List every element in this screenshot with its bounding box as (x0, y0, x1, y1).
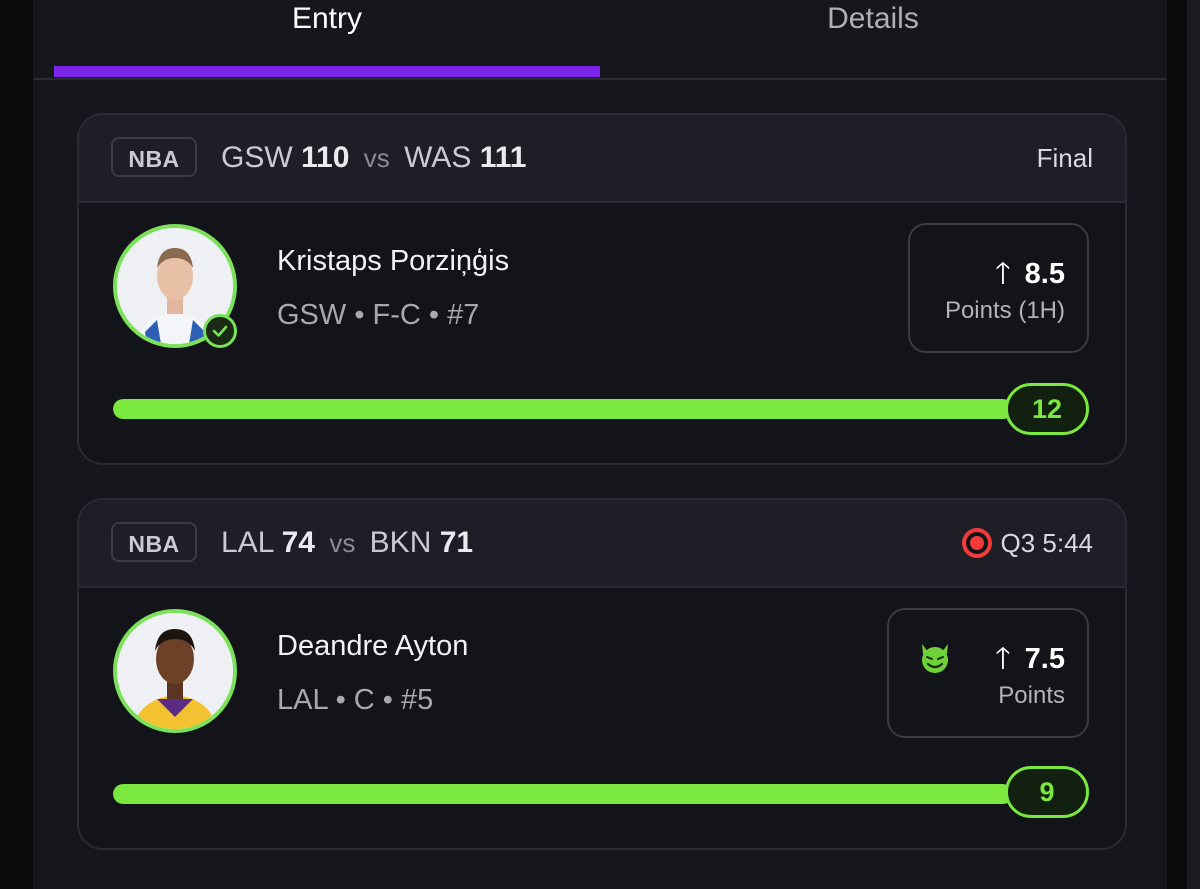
player-avatar (113, 609, 237, 733)
vs-label: vs (329, 528, 356, 558)
away-score: 111 (479, 141, 527, 174)
progress-fill (113, 399, 1013, 419)
game-score: GSW 110 vs WAS 111 (221, 137, 526, 179)
progress-fill (113, 784, 1013, 804)
player-name: Deandre Ayton (277, 630, 469, 662)
home-score: 74 (281, 526, 315, 559)
check-icon (203, 314, 237, 348)
live-icon (962, 528, 993, 559)
home-team: GSW (221, 141, 293, 174)
pick-card[interactable]: NBA LAL 74 vs BKN 71 Q3 5:44 Deandre Ayt… (77, 498, 1127, 850)
game-status: Final (1036, 143, 1093, 173)
tab-entry[interactable]: Entry (54, 0, 600, 76)
prop-line: 🡑 8.5 (995, 251, 1065, 302)
prop-line: 🡑 7.5 (995, 636, 1065, 687)
game-status: Q3 5:44 (962, 522, 1093, 564)
game-score: LAL 74 vs BKN 71 (221, 522, 473, 564)
progress-bar (113, 784, 1013, 804)
away-team: WAS (404, 141, 472, 174)
adjacent-panel-edge (1187, 0, 1200, 889)
prop-line-box: 🡑 8.5 Points (1H) (908, 223, 1089, 353)
player-meta: GSW • F-C • #7 (277, 299, 480, 331)
away-team: BKN (369, 526, 432, 559)
away-score: 71 (439, 526, 474, 559)
game-clock: Q3 5:44 (1000, 528, 1093, 558)
prop-line-box: 🡑 7.5 Points (887, 608, 1089, 738)
pick-card[interactable]: NBA GSW 110 vs WAS 111 Final Kristaps Po… (77, 113, 1127, 465)
stat-type: Points (998, 682, 1065, 709)
home-score: 110 (301, 141, 350, 174)
tab-bar: Entry Details (33, 0, 1167, 80)
game-header: NBA LAL 74 vs BKN 71 Q3 5:44 (79, 500, 1125, 588)
arrow-up-icon: 🡑 (995, 642, 1011, 675)
player-headshot-icon (117, 613, 233, 729)
line-value: 8.5 (1024, 258, 1065, 290)
home-team: LAL (221, 526, 274, 559)
game-header: NBA GSW 110 vs WAS 111 Final (79, 115, 1125, 203)
active-tab-indicator (54, 66, 600, 77)
result-value: 12 (1005, 383, 1089, 435)
entry-panel: Entry Details NBA GSW 110 vs WAS 111 Fin… (33, 0, 1167, 889)
progress-bar (113, 399, 1013, 419)
vs-label: vs (363, 143, 390, 173)
line-value: 7.5 (1024, 643, 1065, 675)
league-badge: NBA (111, 137, 197, 177)
result-value: 9 (1005, 766, 1089, 818)
player-meta: LAL • C • #5 (277, 684, 434, 716)
stat-type: Points (1H) (944, 297, 1065, 324)
player-name: Kristaps Porziņģis (277, 245, 510, 277)
tab-details[interactable]: Details (600, 0, 1146, 76)
league-badge: NBA (111, 522, 197, 562)
demon-icon (922, 644, 948, 673)
arrow-up-icon: 🡑 (995, 257, 1011, 290)
